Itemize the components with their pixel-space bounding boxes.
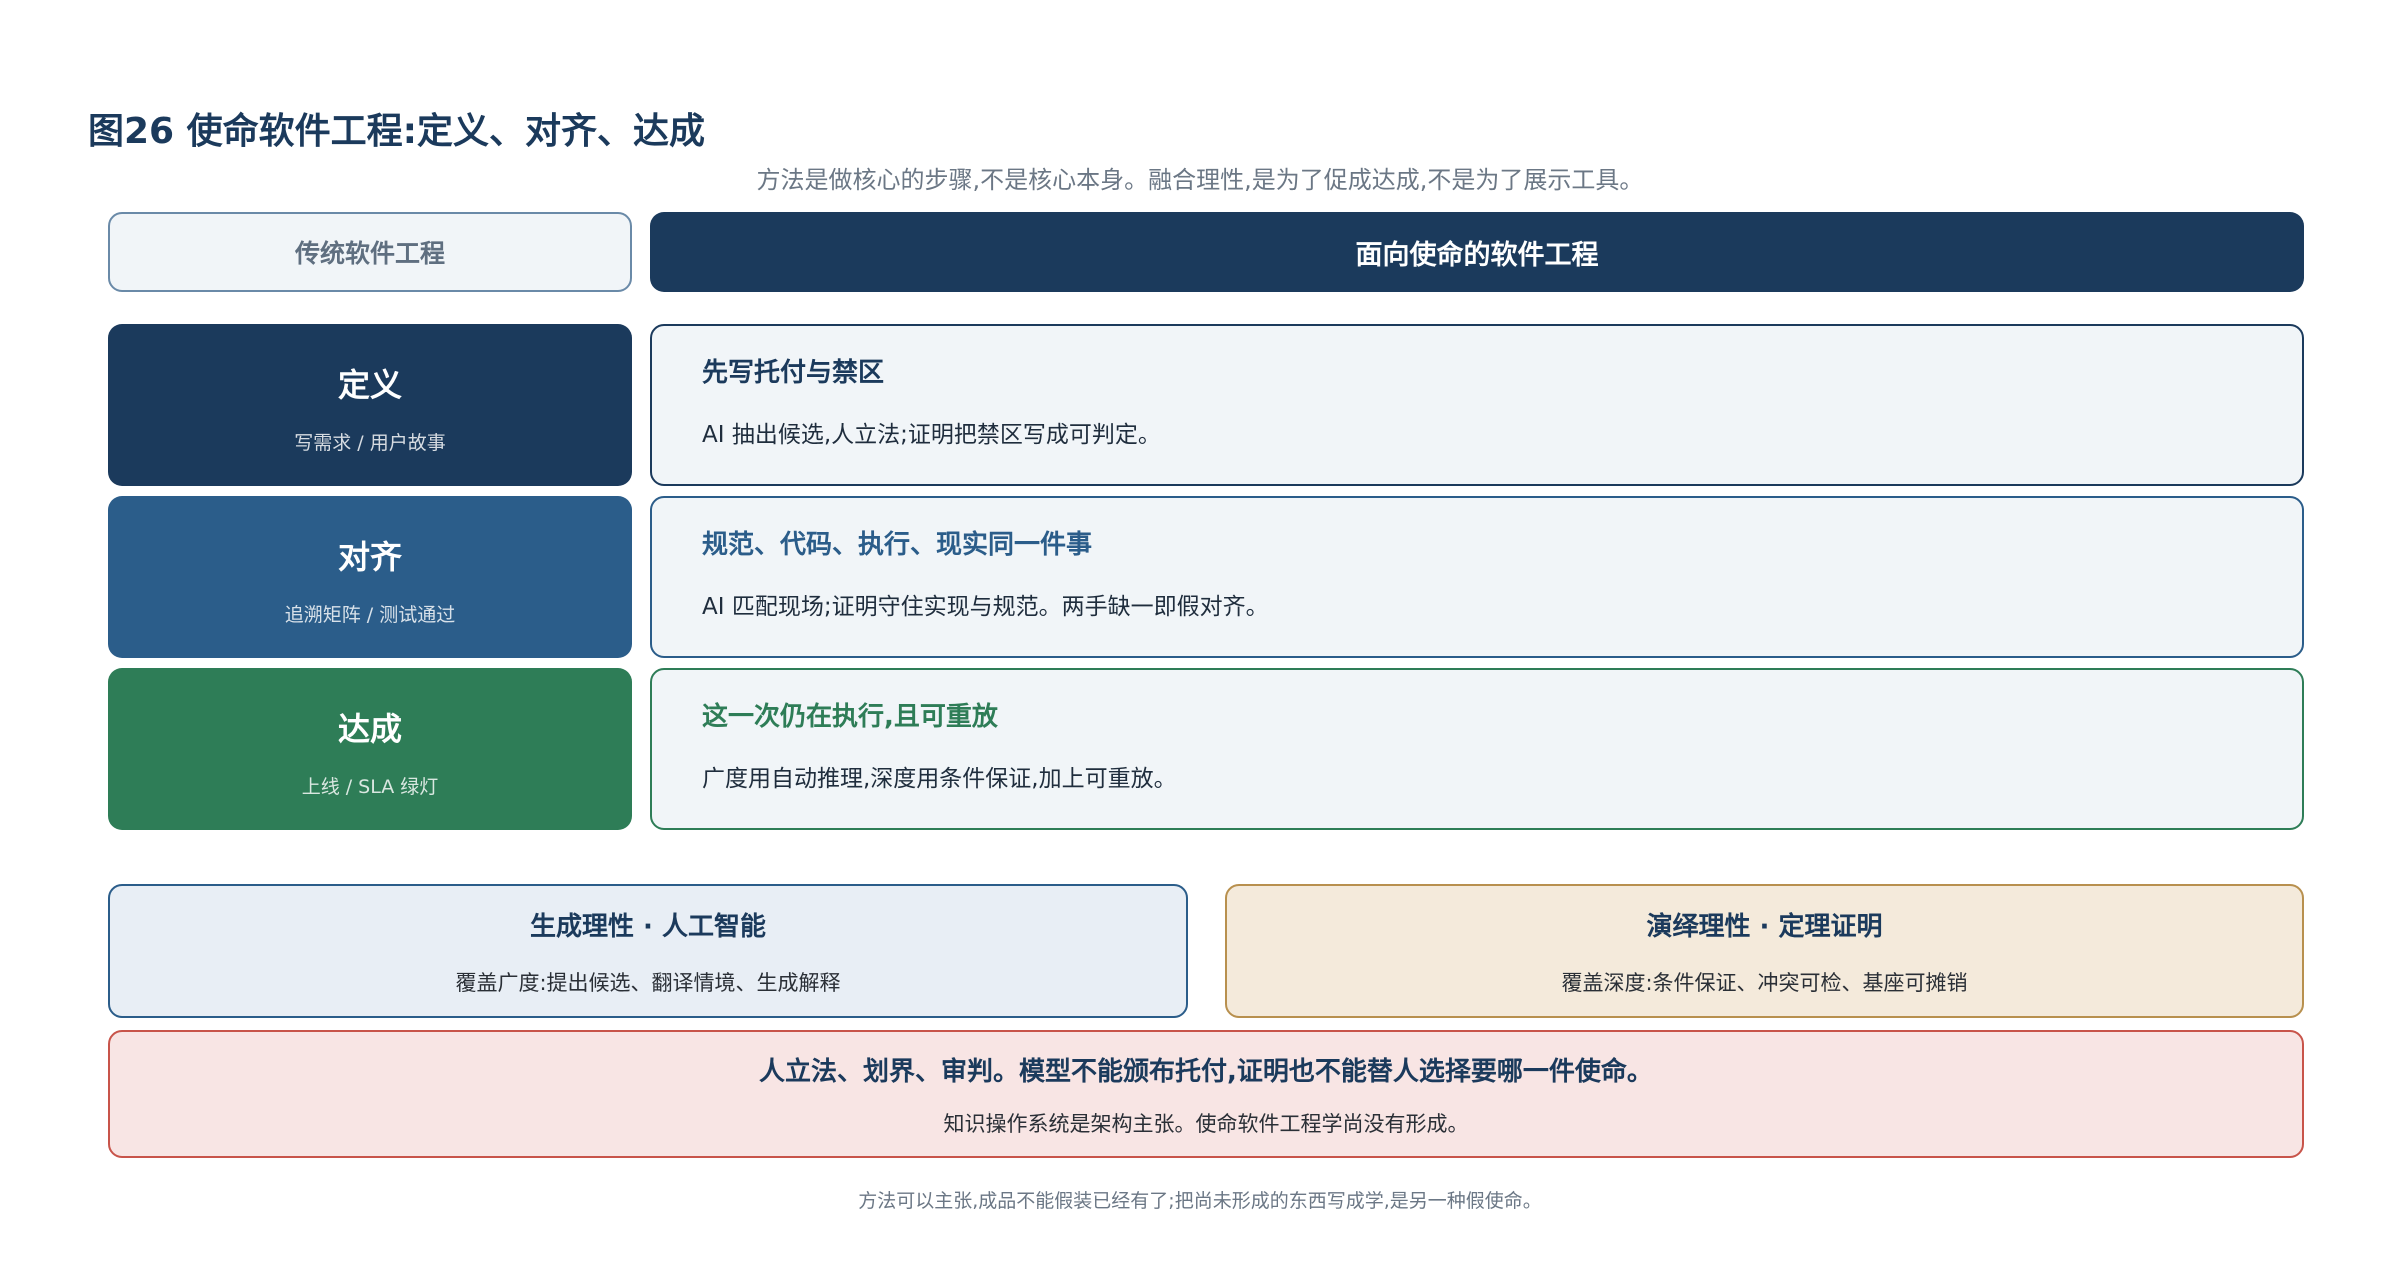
detail-body: 广度用自动推理,深度用条件保证,加上可重放。	[702, 766, 1177, 792]
detail-achieve: 这一次仍在执行,且可重放 广度用自动推理,深度用条件保证,加上可重放。	[650, 668, 2304, 830]
pillar-generative-reason: 生成理性 · 人工智能 覆盖广度:提出候选、翻译情境、生成解释	[108, 884, 1188, 1018]
detail-title: 规范、代码、执行、现实同一件事	[702, 530, 1093, 560]
stage-traditional-practice: 写需求 / 用户故事	[294, 431, 446, 454]
pillar-body: 覆盖广度:提出候选、翻译情境、生成解释	[455, 970, 841, 995]
pillar-title: 生成理性 · 人工智能	[530, 911, 766, 942]
stage-traditional-practice: 追溯矩阵 / 测试通过	[284, 603, 456, 626]
stage-achieve: 达成 上线 / SLA 绿灯	[108, 668, 632, 830]
stage-title: 对齐	[337, 537, 402, 576]
detail-title: 这一次仍在执行,且可重放	[702, 702, 998, 732]
stage-title: 达成	[337, 709, 402, 748]
detail-body: AI 抽出候选,人立法;证明把禁区写成可判定。	[702, 422, 1161, 448]
detail-align: 规范、代码、执行、现实同一件事 AI 匹配现场;证明守住实现与规范。两手缺一即假…	[650, 496, 2304, 658]
pillar-body: 覆盖深度:条件保证、冲突可检、基座可摊销	[1561, 970, 1968, 995]
note-title: 人立法、划界、审判。模型不能颁布托付,证明也不能替人选择要哪一件使命。	[759, 1056, 1653, 1087]
header-traditional-se: 传统软件工程	[108, 212, 632, 292]
detail-define: 先写托付与禁区 AI 抽出候选,人立法;证明把禁区写成可判定。	[650, 324, 2304, 486]
stage-traditional-practice: 上线 / SLA 绿灯	[301, 775, 439, 798]
stage-title: 定义	[337, 365, 402, 404]
figure-title: 图26 使命软件工程:定义、对齐、达成	[88, 111, 706, 152]
human-role-note: 人立法、划界、审判。模型不能颁布托付,证明也不能替人选择要哪一件使命。 知识操作…	[108, 1030, 2304, 1158]
note-body: 知识操作系统是架构主张。使命软件工程学尚没有形成。	[943, 1111, 1469, 1136]
stage-align: 对齐 追溯矩阵 / 测试通过	[108, 496, 632, 658]
detail-title: 先写托付与禁区	[702, 358, 885, 388]
pillar-deductive-reason: 演绎理性 · 定理证明 覆盖深度:条件保证、冲突可检、基座可摊销	[1225, 884, 2304, 1018]
figure-subtitle: 方法是做核心的步骤,不是核心本身。融合理性,是为了促成达成,不是为了展示工具。	[756, 166, 1644, 194]
pillar-title: 演绎理性 · 定理证明	[1646, 911, 1883, 942]
header-mission-se: 面向使命的软件工程	[650, 212, 2304, 292]
detail-body: AI 匹配现场;证明守住实现与规范。两手缺一即假对齐。	[702, 594, 1269, 620]
stage-define: 定义 写需求 / 用户故事	[108, 324, 632, 486]
figure-footnote: 方法可以主张,成品不能假装已经有了;把尚未形成的东西写成学,是另一种假使命。	[858, 1190, 1542, 1212]
